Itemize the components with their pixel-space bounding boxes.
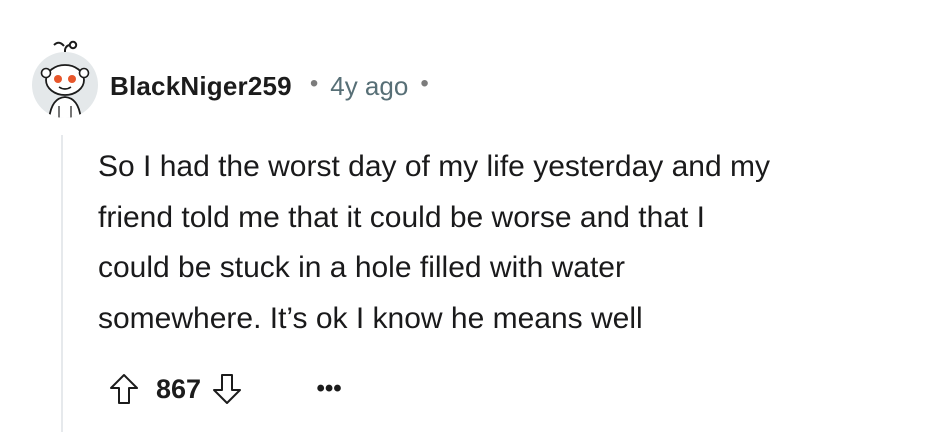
comment-body-line: could be stuck in a hole filled with wat… <box>98 251 625 284</box>
arrow-up-icon <box>110 374 138 404</box>
more-options-button[interactable]: ••• <box>309 369 349 409</box>
comment-body-line: friend told me that it could be worse an… <box>98 200 706 234</box>
comment-body-line: So I had the worst day of my life yester… <box>98 150 770 183</box>
comment-header: BlackNiger259 • 4y ago • <box>110 66 429 106</box>
author-username[interactable]: BlackNiger259 <box>110 71 292 102</box>
separator-dot: • <box>309 70 319 97</box>
ellipsis-icon: ••• <box>316 375 342 402</box>
comment-body-line: somewhere. It’s ok I know he means well <box>98 301 643 335</box>
snoo-avatar-icon[interactable] <box>32 40 98 118</box>
timestamp[interactable]: 4y ago <box>330 71 408 102</box>
comment-body: So I had the worst day of my life yester… <box>98 142 928 344</box>
vote-score: 867 <box>156 373 202 404</box>
thread-line[interactable] <box>61 135 63 432</box>
comment: BlackNiger259 • 4y ago • So I had the wo… <box>0 0 952 432</box>
downvote-button[interactable] <box>207 369 247 409</box>
arrow-down-icon <box>213 374 242 404</box>
separator-dot: • <box>420 70 429 97</box>
upvote-button[interactable] <box>104 369 144 409</box>
comment-actions: 867 ••• <box>104 365 349 413</box>
